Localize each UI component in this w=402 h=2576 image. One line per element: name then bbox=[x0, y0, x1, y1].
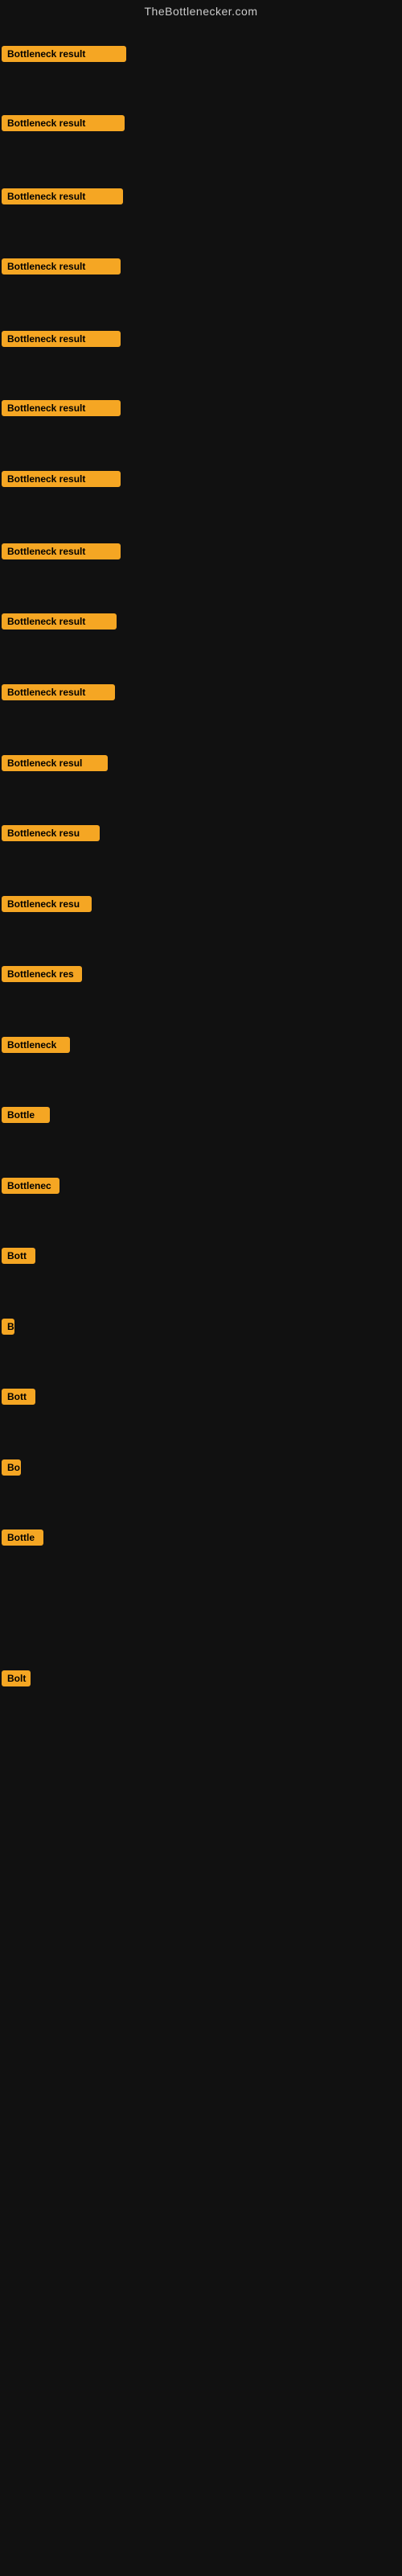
bottleneck-badge-22[interactable]: Bottle bbox=[2, 1530, 43, 1546]
bottleneck-badge-3[interactable]: Bottleneck result bbox=[2, 188, 123, 204]
bottleneck-row-14: Bottleneck res bbox=[2, 966, 82, 986]
bottleneck-badge-20[interactable]: Bott bbox=[2, 1389, 35, 1405]
bottleneck-badge-13[interactable]: Bottleneck resu bbox=[2, 896, 92, 912]
bottleneck-badge-12[interactable]: Bottleneck resu bbox=[2, 825, 100, 841]
bottleneck-row-1: Bottleneck result bbox=[2, 46, 126, 66]
bottleneck-badge-21[interactable]: Bo bbox=[2, 1459, 21, 1476]
bottleneck-badge-11[interactable]: Bottleneck resul bbox=[2, 755, 108, 771]
bottleneck-row-4: Bottleneck result bbox=[2, 258, 121, 279]
bottleneck-row-7: Bottleneck result bbox=[2, 471, 121, 491]
bottleneck-badge-18[interactable]: Bott bbox=[2, 1248, 35, 1264]
bottleneck-badge-16[interactable]: Bottle bbox=[2, 1107, 50, 1123]
bottleneck-badge-6[interactable]: Bottleneck result bbox=[2, 400, 121, 416]
bottleneck-row-6: Bottleneck result bbox=[2, 400, 121, 420]
bottleneck-row-21: Bo bbox=[2, 1459, 21, 1480]
bottleneck-badge-14[interactable]: Bottleneck res bbox=[2, 966, 82, 982]
bottleneck-badge-7[interactable]: Bottleneck result bbox=[2, 471, 121, 487]
site-title: TheBottlenecker.com bbox=[0, 0, 402, 23]
bottleneck-row-23: Bolt bbox=[2, 1670, 31, 1690]
bottleneck-row-16: Bottle bbox=[2, 1107, 50, 1127]
bottleneck-badge-2[interactable]: Bottleneck result bbox=[2, 115, 125, 131]
bottleneck-row-22: Bottle bbox=[2, 1530, 43, 1550]
bottleneck-row-18: Bott bbox=[2, 1248, 35, 1268]
bottleneck-badge-1[interactable]: Bottleneck result bbox=[2, 46, 126, 62]
bottleneck-row-10: Bottleneck result bbox=[2, 684, 115, 704]
bottleneck-badge-23[interactable]: Bolt bbox=[2, 1670, 31, 1686]
bottleneck-row-19: B bbox=[2, 1319, 14, 1339]
bottleneck-badge-15[interactable]: Bottleneck bbox=[2, 1037, 70, 1053]
bottleneck-row-2: Bottleneck result bbox=[2, 115, 125, 135]
bottleneck-row-12: Bottleneck resu bbox=[2, 825, 100, 845]
bottleneck-badge-9[interactable]: Bottleneck result bbox=[2, 613, 117, 630]
bottleneck-row-20: Bott bbox=[2, 1389, 35, 1409]
bottleneck-row-9: Bottleneck result bbox=[2, 613, 117, 634]
bottleneck-row-11: Bottleneck resul bbox=[2, 755, 108, 775]
bottleneck-row-8: Bottleneck result bbox=[2, 543, 121, 564]
bottleneck-row-5: Bottleneck result bbox=[2, 331, 121, 351]
bottleneck-badge-5[interactable]: Bottleneck result bbox=[2, 331, 121, 347]
bottleneck-row-13: Bottleneck resu bbox=[2, 896, 92, 916]
bottleneck-row-3: Bottleneck result bbox=[2, 188, 123, 208]
bottleneck-badge-4[interactable]: Bottleneck result bbox=[2, 258, 121, 275]
bottleneck-badge-8[interactable]: Bottleneck result bbox=[2, 543, 121, 559]
bottleneck-badge-19[interactable]: B bbox=[2, 1319, 14, 1335]
bottleneck-badge-17[interactable]: Bottlenec bbox=[2, 1178, 59, 1194]
bottleneck-row-15: Bottleneck bbox=[2, 1037, 70, 1057]
bottleneck-badge-10[interactable]: Bottleneck result bbox=[2, 684, 115, 700]
bottleneck-row-17: Bottlenec bbox=[2, 1178, 59, 1198]
